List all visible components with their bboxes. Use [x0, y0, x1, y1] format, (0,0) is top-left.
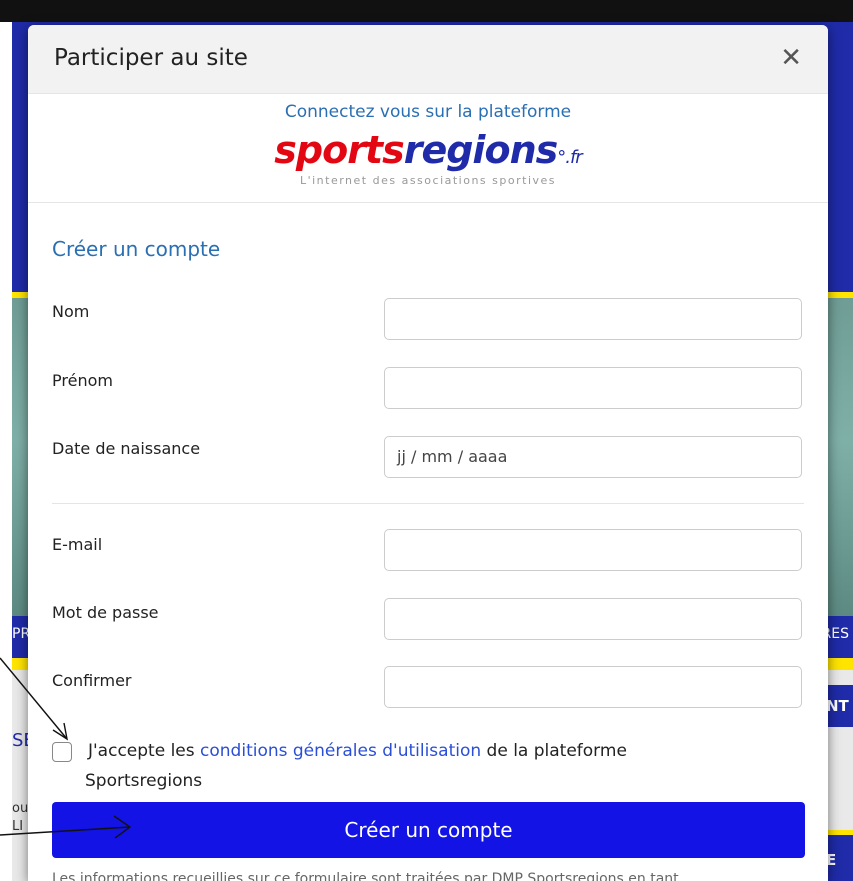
terms-link[interactable]: conditions générales d'utilisation — [200, 741, 481, 761]
background-left-text: ou LI — [12, 801, 29, 834]
brand-section: Connectez vous sur la plateforme sportsr… — [28, 94, 828, 203]
brand-connect-text: Connectez vous sur la plateforme — [284, 102, 572, 122]
confirm-label: Confirmer — [52, 671, 132, 690]
sportsregions-logo: sportsregions°.fr — [274, 128, 582, 172]
prenom-input[interactable] — [384, 367, 802, 409]
birthdate-label: Date de naissance — [52, 439, 201, 458]
create-account-button[interactable]: Créer un compte — [52, 802, 805, 858]
password-input[interactable] — [384, 598, 802, 640]
background-top-bar — [0, 0, 853, 22]
birthdate-input[interactable]: jj / mm / aaaa — [384, 436, 802, 478]
confirm-password-input[interactable] — [384, 666, 802, 708]
create-account-heading: Créer un compte — [52, 237, 221, 261]
modal-title: Participer au site — [54, 45, 248, 71]
nom-input[interactable] — [384, 298, 802, 340]
password-label: Mot de passe — [52, 603, 159, 622]
privacy-footnote: Les informations recueillies sur ce form… — [52, 871, 679, 881]
terms-checkbox[interactable] — [52, 742, 72, 762]
modal-header: Participer au site ✕ — [28, 25, 828, 94]
brand-tagline: L'internet des associations sportives — [299, 174, 557, 187]
email-input[interactable] — [384, 529, 802, 571]
background-side-tab: NT — [826, 685, 853, 727]
close-icon[interactable]: ✕ — [780, 43, 802, 73]
prenom-label: Prénom — [52, 371, 113, 390]
email-label: E-mail — [52, 535, 103, 554]
registration-modal: Participer au site ✕ Connectez vous sur … — [28, 25, 828, 881]
terms-text: J'accepte les conditions générales d'uti… — [85, 741, 627, 791]
background-side-tab-2: E D — [826, 830, 853, 881]
nom-label: Nom — [52, 302, 90, 321]
form-divider — [52, 503, 804, 504]
